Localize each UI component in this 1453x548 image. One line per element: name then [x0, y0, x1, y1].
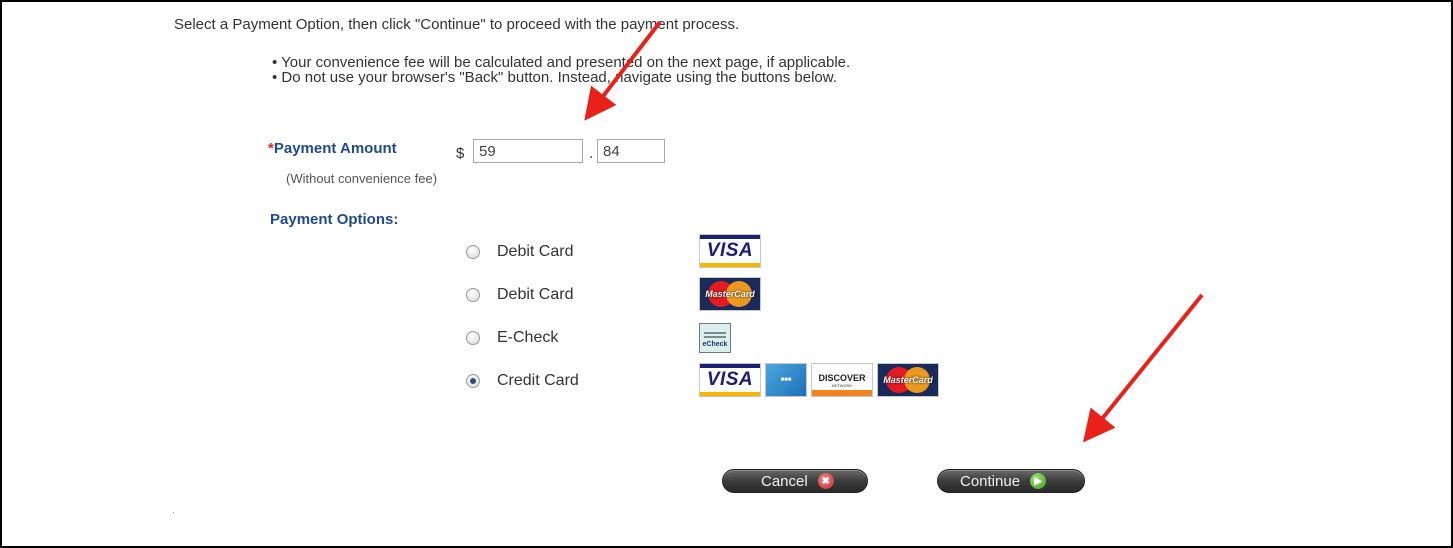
radio-debit-visa[interactable]	[466, 245, 480, 259]
divider-speck	[173, 512, 174, 513]
cancel-button[interactable]: Cancel ✖	[722, 469, 868, 493]
option-label: E-Check	[497, 329, 559, 346]
continue-button[interactable]: Continue ▶	[937, 469, 1085, 493]
fee-note: (Without convenience fee)	[286, 171, 438, 186]
payment-option-debit-mastercard[interactable]: Debit Card MasterCard	[466, 277, 986, 313]
mastercard-logo-text: MasterCard	[883, 375, 933, 385]
mastercard-logo: MasterCard	[699, 277, 761, 311]
payment-option-echeck[interactable]: E-Check eCheck	[466, 323, 986, 356]
visa-logo-text: VISA	[706, 369, 754, 390]
visa-logo-text: VISA	[706, 240, 754, 261]
continue-button-label: Continue	[960, 472, 1021, 490]
discover-logo-text: DISCOVER	[818, 372, 866, 383]
payment-option-debit-visa[interactable]: Debit Card VISA	[466, 234, 986, 270]
arrow-right-icon: ▶	[1030, 473, 1047, 489]
option-label: Credit Card	[497, 372, 579, 389]
payment-amount-label: *Payment Amount	[268, 140, 397, 157]
payment-options-heading: Payment Options:	[270, 211, 399, 228]
bullet-convenience-fee: • Your convenience fee will be calculate…	[272, 54, 851, 71]
instructions-bullets: • Your convenience fee will be calculate…	[272, 55, 850, 85]
option-label: Debit Card	[497, 286, 574, 303]
payment-option-credit-card[interactable]: Credit Card VISA ■■■ DISCOVER NETWORK Mas…	[466, 363, 986, 399]
payment-dollars-input[interactable]	[473, 139, 583, 163]
amex-logo: ■■■	[765, 363, 807, 397]
radio-debit-mastercard[interactable]	[466, 288, 480, 302]
visa-logo: VISA	[699, 234, 761, 268]
option-logos: MasterCard	[699, 277, 761, 311]
visa-logo: VISA	[699, 363, 761, 397]
mastercard-logo-text: MasterCard	[705, 289, 755, 299]
bullet-back-button: • Do not use your browser's "Back" butto…	[272, 69, 837, 86]
echeck-logo: eCheck	[699, 323, 731, 353]
cancel-button-label: Cancel	[761, 472, 808, 490]
radio-credit-card[interactable]	[466, 374, 480, 388]
option-logos: VISA ■■■ DISCOVER NETWORK MasterCard	[699, 363, 939, 397]
instructions-text: Select a Payment Option, then click "Con…	[174, 16, 740, 33]
discover-logo-subtext: NETWORK	[831, 382, 853, 388]
mastercard-logo: MasterCard	[877, 363, 939, 397]
radio-echeck[interactable]	[466, 331, 480, 345]
discover-logo: DISCOVER NETWORK	[811, 363, 873, 397]
payment-page: Select a Payment Option, then click "Con…	[0, 0, 1453, 548]
currency-symbol: $	[456, 145, 465, 162]
option-label: Debit Card	[497, 243, 574, 260]
close-icon: ✖	[817, 473, 834, 489]
decimal-separator: .	[589, 145, 594, 162]
payment-cents-input[interactable]	[597, 139, 665, 163]
echeck-logo-text: eCheck	[702, 341, 728, 348]
option-logos: eCheck	[699, 323, 731, 353]
payment-amount-label-text: Payment Amount	[273, 140, 397, 157]
option-logos: VISA	[699, 234, 761, 268]
